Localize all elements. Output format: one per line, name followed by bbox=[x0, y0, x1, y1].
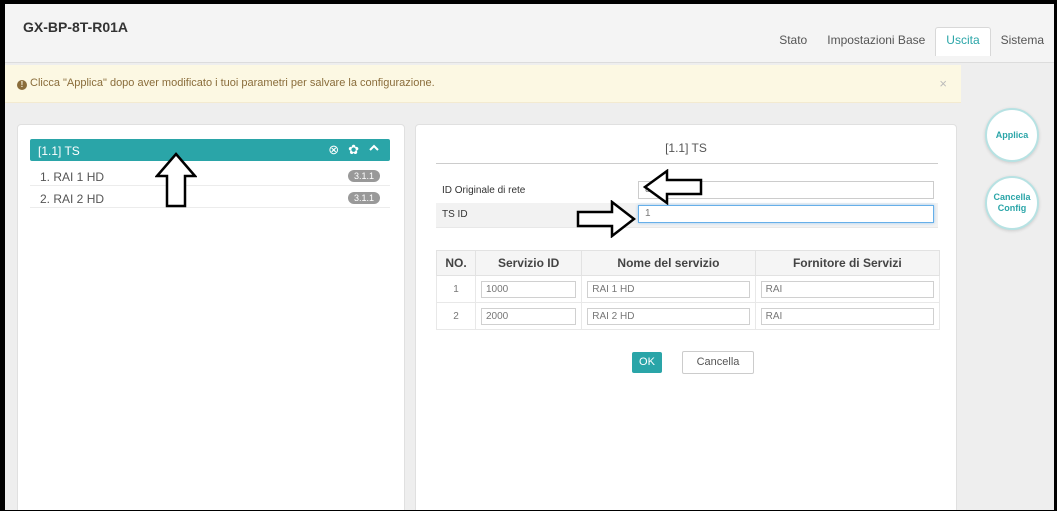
service-label: 2. RAI 2 HD bbox=[40, 192, 105, 206]
ts-label: [1.1] TS bbox=[38, 144, 80, 158]
service-name-input[interactable]: RAI 1 HD bbox=[587, 280, 750, 298]
tab-stato[interactable]: Stato bbox=[769, 28, 817, 56]
service-name-input[interactable]: RAI 2 HD bbox=[587, 307, 750, 325]
service-name-cell: RAI 1 HD bbox=[581, 275, 756, 303]
table-row: 2 2000 RAI 2 HD RAI bbox=[436, 302, 941, 330]
gear-icon[interactable]: ✿ bbox=[348, 142, 359, 158]
row-number: 2 bbox=[436, 302, 476, 330]
cancel-config-label: Cancella Config bbox=[993, 192, 1031, 213]
col-service-name-header: Nome del servizio bbox=[581, 250, 756, 276]
col-no-header: NO. bbox=[436, 250, 476, 276]
ts-list-panel: [1.1] TS ⊗ ✿ 1. RAI 1 HD 3.1.1 2. RAI 2 … bbox=[17, 124, 405, 510]
col-provider-header: Fornitore di Servizi bbox=[754, 250, 941, 276]
info-icon: ! bbox=[17, 80, 27, 90]
apply-label: Applica bbox=[995, 129, 1029, 140]
col-service-id-header: Servizio ID bbox=[474, 250, 583, 276]
cancel-config-button[interactable]: Cancella Config bbox=[985, 176, 1039, 230]
ts-id-label: TS ID bbox=[442, 209, 468, 220]
provider-input[interactable]: RAI bbox=[760, 307, 934, 325]
service-label: 1. RAI 1 HD bbox=[40, 170, 105, 184]
main-nav: Stato Impostazioni Base Uscita Sistema bbox=[769, 27, 1054, 56]
service-id-cell: 1000 bbox=[474, 275, 583, 303]
ts-detail-title: [1.1] TS bbox=[665, 141, 707, 155]
close-circle-icon[interactable]: ⊗ bbox=[328, 142, 339, 158]
ok-button[interactable]: OK bbox=[632, 352, 662, 373]
service-id-input[interactable]: 2000 bbox=[481, 307, 577, 325]
ts-header-icons: ⊗ ✿ bbox=[328, 142, 380, 158]
service-badge: 3.1.1 bbox=[347, 170, 380, 182]
arrow-left-icon bbox=[643, 169, 703, 205]
service-item[interactable]: 1. RAI 1 HD 3.1.1 bbox=[30, 167, 390, 186]
provider-input[interactable]: RAI bbox=[760, 280, 934, 298]
network-id-label: ID Originale di rete bbox=[442, 185, 526, 196]
arrow-up-icon bbox=[155, 152, 197, 208]
tab-sistema[interactable]: Sistema bbox=[991, 28, 1054, 56]
service-name-cell: RAI 2 HD bbox=[581, 302, 756, 330]
device-title: GX-BP-8T-R01A bbox=[23, 19, 129, 35]
provider-cell: RAI bbox=[754, 302, 941, 330]
service-item[interactable]: 2. RAI 2 HD 3.1.1 bbox=[30, 189, 390, 208]
row-number: 1 bbox=[436, 275, 476, 303]
ts-id-input[interactable]: 1 bbox=[638, 205, 934, 223]
app-frame: GX-BP-8T-R01A Stato Impostazioni Base Us… bbox=[5, 4, 1054, 510]
title-divider bbox=[436, 163, 938, 164]
ts-id-row: TS ID 1 bbox=[436, 203, 938, 228]
alert-text: Clicca "Applica" dopo aver modificato i … bbox=[30, 77, 435, 89]
alert-message: ! Clicca "Applica" dopo aver modificato i… bbox=[17, 77, 435, 90]
cancel-button[interactable]: Cancella bbox=[682, 351, 754, 374]
service-id-cell: 2000 bbox=[474, 302, 583, 330]
tab-uscita[interactable]: Uscita bbox=[935, 27, 991, 56]
alert-close-button[interactable]: × bbox=[939, 76, 947, 91]
ts-header[interactable]: [1.1] TS ⊗ ✿ bbox=[30, 139, 390, 161]
chevron-up-icon[interactable] bbox=[368, 142, 380, 158]
service-id-input[interactable]: 1000 bbox=[481, 280, 577, 298]
warning-alert: ! Clicca "Applica" dopo aver modificato i… bbox=[5, 65, 961, 103]
tab-impostazioni-base[interactable]: Impostazioni Base bbox=[817, 28, 935, 56]
provider-cell: RAI bbox=[754, 275, 941, 303]
arrow-right-icon bbox=[576, 200, 636, 238]
services-table: NO. Servizio ID Nome del servizio Fornit… bbox=[436, 250, 941, 330]
table-header-row: NO. Servizio ID Nome del servizio Fornit… bbox=[436, 250, 941, 276]
top-bar: GX-BP-8T-R01A Stato Impostazioni Base Us… bbox=[5, 4, 1054, 63]
table-row: 1 1000 RAI 1 HD RAI bbox=[436, 275, 941, 303]
service-badge: 3.1.1 bbox=[347, 192, 380, 204]
apply-button[interactable]: Applica bbox=[985, 108, 1039, 162]
